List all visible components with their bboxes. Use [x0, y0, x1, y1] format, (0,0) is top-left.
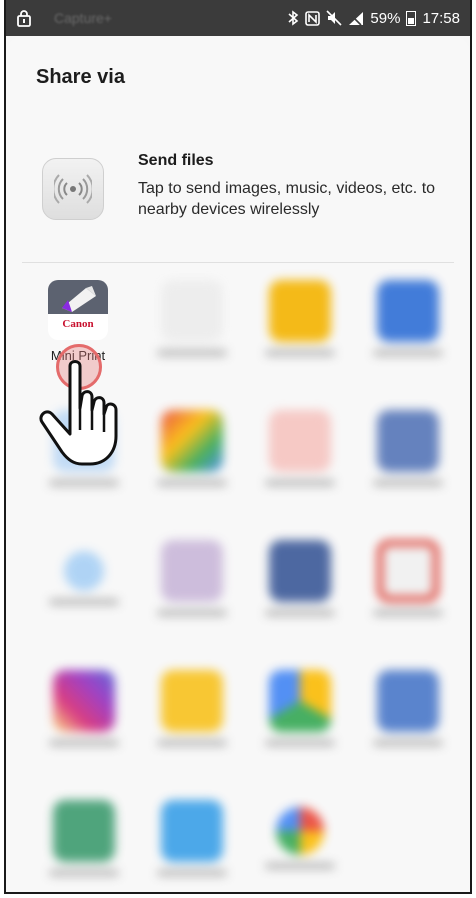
photos-icon [276, 807, 324, 855]
green-app-icon [53, 800, 115, 862]
app-tile[interactable] [250, 410, 350, 486]
send-files-description: Tap to send images, music, videos, etc. … [138, 180, 436, 218]
app-tile[interactable] [250, 800, 350, 869]
docs-app-icon [377, 670, 439, 732]
divider [22, 262, 454, 263]
bluetooth-icon [288, 10, 299, 26]
red-app-icon [269, 410, 331, 472]
signal-icon [349, 11, 364, 26]
instagram-icon [53, 670, 115, 732]
app-tile[interactable] [34, 670, 134, 746]
grid-app-icon [161, 540, 223, 602]
yellow-app-icon [269, 280, 331, 342]
gmail-icon [377, 540, 439, 602]
canon-brand-text: Canon [62, 318, 94, 330]
app-tile[interactable] [142, 410, 242, 486]
facebook-icon [269, 540, 331, 602]
canon-mini-print-icon: Canon [48, 280, 108, 340]
slides-icon [161, 670, 223, 732]
battery-icon [406, 10, 417, 26]
app-tile[interactable] [34, 800, 134, 876]
app-tile[interactable] [142, 800, 242, 876]
app-tile[interactable] [358, 280, 458, 356]
app-tile[interactable] [358, 410, 458, 486]
app-tile[interactable] [358, 540, 458, 616]
cloud-icon [161, 800, 223, 862]
background-app-title: Capture+ [54, 10, 112, 26]
pointing-hand-icon [39, 360, 118, 466]
app-tile[interactable] [250, 280, 350, 356]
wireless-send-icon [42, 158, 104, 220]
app-tile[interactable] [142, 540, 242, 616]
nfc-icon [305, 10, 321, 26]
send-files-row[interactable]: Send files Tap to send images, music, vi… [6, 144, 470, 254]
phone-frame: Capture+ 59% 17:58 Share via Send files … [4, 0, 472, 894]
app-tile[interactable] [358, 670, 458, 746]
app-tile[interactable] [34, 540, 134, 605]
bluetooth-app-icon [377, 280, 439, 342]
drive-icon [269, 670, 331, 732]
app-canon-mini-print[interactable]: Canon Mini Print [28, 280, 128, 363]
send-files-title: Send files [138, 152, 214, 169]
camera-app-icon [377, 410, 439, 472]
clock: 17:58 [422, 9, 460, 27]
status-bar: Capture+ 59% 17:58 [6, 0, 470, 36]
lock-icon [17, 10, 31, 27]
maps-app-icon [161, 410, 223, 472]
app-tile[interactable] [142, 280, 242, 356]
share-sheet-title: Share via [36, 66, 125, 88]
mute-icon [326, 10, 342, 26]
app-tile[interactable] [250, 540, 350, 616]
pencil-app-icon [161, 280, 223, 342]
circle-app-icon [64, 551, 104, 591]
app-tile[interactable] [142, 670, 242, 746]
battery-percent: 59% [370, 9, 401, 27]
app-tile[interactable] [250, 670, 350, 746]
